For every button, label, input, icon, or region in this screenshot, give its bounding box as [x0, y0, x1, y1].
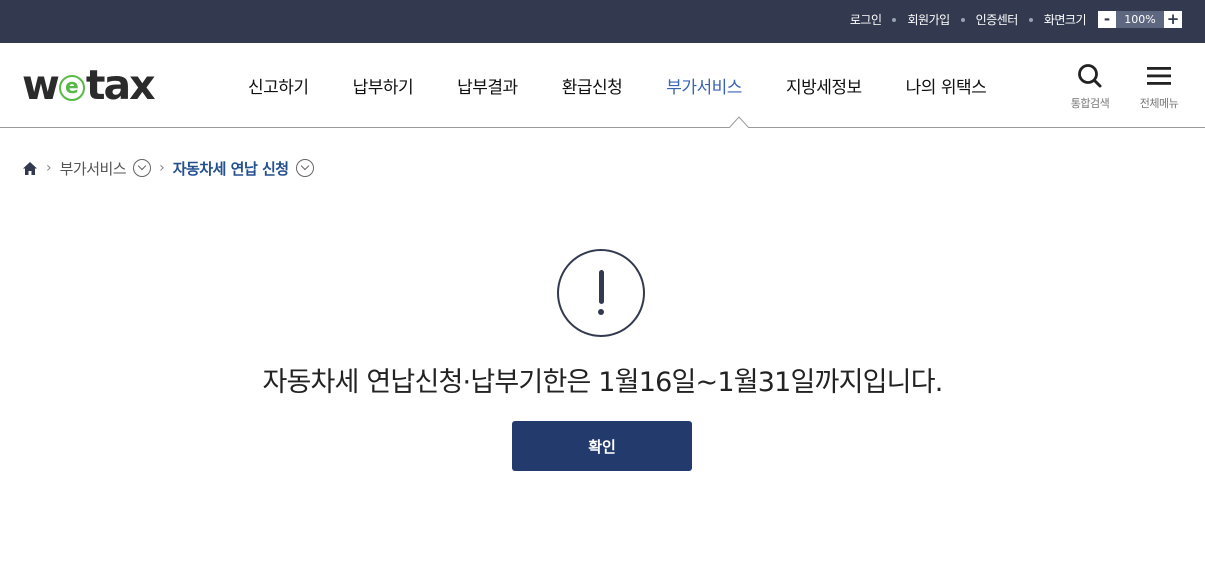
chevron-down-icon[interactable] [295, 159, 314, 177]
separator-dot [1028, 17, 1033, 22]
separator-dot [892, 17, 897, 22]
nav-item-extra-services[interactable]: 부가서비스 [666, 73, 742, 98]
cert-center-link[interactable]: 인증센터 [976, 11, 1019, 28]
nav-item-my-wetax[interactable]: 나의 위택스 [906, 73, 987, 98]
menu-label: 전체메뉴 [1139, 97, 1179, 110]
chevron-right-icon: › [159, 160, 165, 176]
active-nav-caret-icon [729, 116, 749, 128]
main-header: w e tax 신고하기 납부하기 납부결과 환급신청 부가서비스 지방세정보 나의… [0, 43, 1205, 128]
logo-text-w: w [22, 61, 60, 109]
nav-item-local-tax-info[interactable]: 지방세정보 [786, 73, 862, 98]
logo-e-circle: e [58, 75, 85, 101]
chevron-down-icon[interactable] [133, 159, 152, 177]
zoom-out-button[interactable]: - [1098, 11, 1116, 28]
full-menu-button[interactable]: 전체메뉴 [1133, 63, 1185, 111]
hamburger-menu-icon [1147, 67, 1171, 85]
nav-item-report[interactable]: 신고하기 [248, 73, 309, 98]
zoom-value: 100% [1116, 11, 1164, 28]
nav-item-payment-result[interactable]: 납부결과 [457, 73, 518, 98]
nav-item-refund[interactable]: 환급신청 [562, 73, 623, 98]
signup-link[interactable]: 회원가입 [907, 11, 950, 28]
zoom-control: - 100% + [1098, 11, 1182, 28]
integrated-search-button[interactable]: 통합검색 [1064, 63, 1116, 111]
logo-text-tax: tax [85, 61, 156, 109]
alert-message: 자동차세 연납신청·납부기한은 1월16일~1월31일까지입니다. [262, 367, 943, 398]
separator-dot [960, 17, 965, 22]
exclamation-bar [598, 270, 604, 304]
alert-exclamation-icon [557, 249, 645, 337]
zoom-in-button[interactable]: + [1164, 11, 1182, 28]
main-nav: 신고하기 납부하기 납부결과 환급신청 부가서비스 지방세정보 나의 위택스 [248, 43, 1030, 127]
utility-links: 로그인 회원가입 인증센터 화면크기 - 100% + [850, 10, 1182, 29]
search-label: 통합검색 [1070, 97, 1110, 110]
login-link[interactable]: 로그인 [850, 11, 882, 28]
search-icon [1078, 64, 1102, 88]
confirm-button[interactable]: 확인 [512, 421, 692, 471]
wetax-logo[interactable]: w e tax [22, 61, 156, 109]
home-icon[interactable] [22, 161, 38, 176]
zoom-label: 화면크기 [1043, 13, 1087, 27]
top-utility-bar: 로그인 회원가입 인증센터 화면크기 - 100% + [0, 0, 1205, 43]
exclamation-dot [598, 309, 604, 315]
chevron-right-icon: › [46, 160, 52, 176]
breadcrumb-current[interactable]: 자동차세 연납 신청 [173, 158, 289, 179]
breadcrumb: › 부가서비스 › 자동차세 연납 신청 [22, 157, 314, 179]
breadcrumb-level1[interactable]: 부가서비스 [60, 158, 127, 179]
nav-item-payment[interactable]: 납부하기 [353, 73, 414, 98]
